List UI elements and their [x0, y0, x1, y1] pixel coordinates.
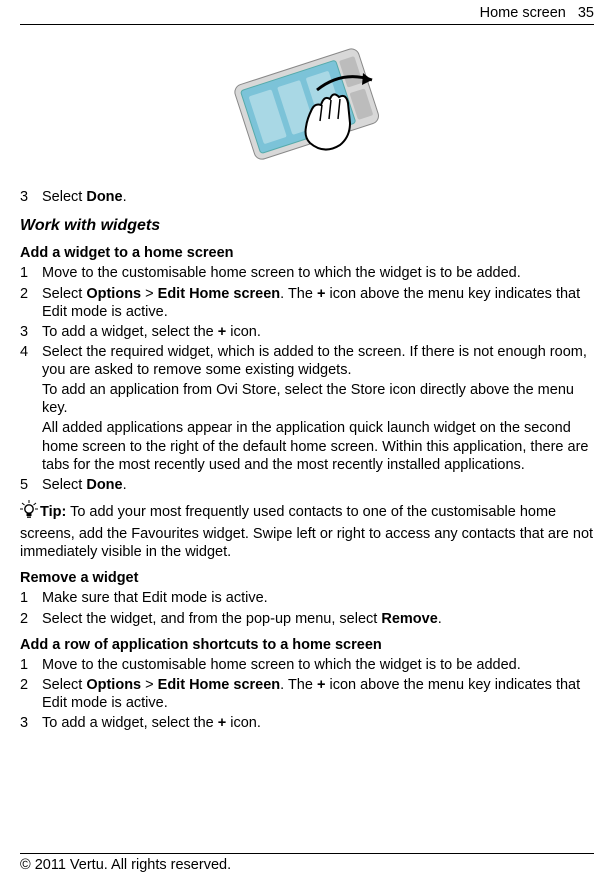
aw-step-2: 2 Select Options > Edit Home screen. The… — [20, 285, 594, 321]
done-label: Done — [86, 477, 122, 493]
tip-text: To add your most frequently used contact… — [20, 504, 593, 560]
aw-step-4-para2: All added applications appear in the app… — [42, 419, 594, 473]
text: > — [141, 286, 158, 302]
step-text: Select Options > Edit Home screen. The +… — [42, 676, 594, 712]
header-section: Home screen — [480, 4, 566, 22]
aw-step-4: 4 Select the required widget, which is a… — [20, 343, 594, 379]
step-text: Select the widget, and from the pop-up m… — [42, 610, 594, 628]
text: . — [123, 477, 127, 493]
done-label: Done — [86, 189, 122, 205]
plus-label: + — [218, 715, 226, 731]
text: Select the widget, and from the pop-up m… — [42, 611, 381, 627]
step-number: 3 — [20, 188, 42, 206]
edit-home-screen-label: Edit Home screen — [158, 677, 281, 693]
subheading-remove-widget: Remove a widget — [20, 569, 594, 587]
header-page-number: 35 — [578, 4, 594, 22]
remove-label: Remove — [381, 611, 437, 627]
illustration — [20, 35, 594, 170]
step-text: Select Done. — [42, 476, 594, 494]
step-number: 2 — [20, 610, 42, 628]
text: icon. — [226, 324, 261, 340]
step-number: 2 — [20, 285, 42, 321]
plus-label: + — [218, 324, 226, 340]
text: To add a widget, select the — [42, 715, 218, 731]
aw-step-3: 3 To add a widget, select the + icon. — [20, 323, 594, 341]
text: Select — [42, 477, 86, 493]
header-rule — [20, 24, 594, 25]
subheading-add-row: Add a row of application shortcuts to a … — [20, 636, 594, 654]
step-number: 2 — [20, 676, 42, 712]
step-number: 4 — [20, 343, 42, 379]
ar-step-2: 2 Select Options > Edit Home screen. The… — [20, 676, 594, 712]
options-label: Options — [86, 677, 141, 693]
options-label: Options — [86, 286, 141, 302]
aw-step-5: 5 Select Done. — [20, 476, 594, 494]
lightbulb-icon — [20, 500, 38, 525]
aw-step-4-para1: To add an application from Ovi Store, se… — [42, 381, 594, 417]
step-text: To add a widget, select the + icon. — [42, 714, 594, 732]
text: . The — [280, 286, 317, 302]
step-3-done: 3 Select Done. — [20, 188, 594, 206]
step-number: 1 — [20, 264, 42, 282]
edit-home-screen-label: Edit Home screen — [158, 286, 281, 302]
step-number: 3 — [20, 714, 42, 732]
text: To add a widget, select the — [42, 324, 218, 340]
step-text: Move to the customisable home screen to … — [42, 264, 594, 282]
text: . — [123, 189, 127, 205]
ar-step-1: 1 Move to the customisable home screen t… — [20, 656, 594, 674]
rw-step-1: 1 Make sure that Edit mode is active. — [20, 589, 594, 607]
text: . — [438, 611, 442, 627]
page-footer: © 2011 Vertu. All rights reserved. — [20, 853, 594, 874]
text: > — [141, 677, 158, 693]
step-text: Move to the customisable home screen to … — [42, 656, 594, 674]
text: icon. — [226, 715, 261, 731]
step-text: Select Done. — [42, 188, 594, 206]
text: Select — [42, 286, 86, 302]
footer-text: © 2011 Vertu. All rights reserved. — [20, 856, 594, 874]
tip-label: Tip: — [40, 504, 66, 520]
step-text: To add a widget, select the + icon. — [42, 323, 594, 341]
ar-step-3: 3 To add a widget, select the + icon. — [20, 714, 594, 732]
step-number: 1 — [20, 656, 42, 674]
footer-rule — [20, 853, 594, 854]
text: . The — [280, 677, 317, 693]
rw-step-2: 2 Select the widget, and from the pop-up… — [20, 610, 594, 628]
aw-step-1: 1 Move to the customisable home screen t… — [20, 264, 594, 282]
tip: Tip: To add your most frequently used co… — [20, 500, 594, 561]
subheading-add-widget: Add a widget to a home screen — [20, 244, 594, 262]
phone-swipe-illustration — [222, 35, 392, 170]
step-number: 5 — [20, 476, 42, 494]
heading-work-with-widgets: Work with widgets — [20, 216, 594, 236]
step-text: Select Options > Edit Home screen. The +… — [42, 285, 594, 321]
page-header: Home screen 35 — [20, 0, 594, 24]
step-text: Select the required widget, which is add… — [42, 343, 594, 379]
step-number: 1 — [20, 589, 42, 607]
step-number: 3 — [20, 323, 42, 341]
text: Select — [42, 189, 86, 205]
page: Home screen 35 3 — [0, 0, 614, 892]
text: Select — [42, 677, 86, 693]
step-text: Make sure that Edit mode is active. — [42, 589, 594, 607]
